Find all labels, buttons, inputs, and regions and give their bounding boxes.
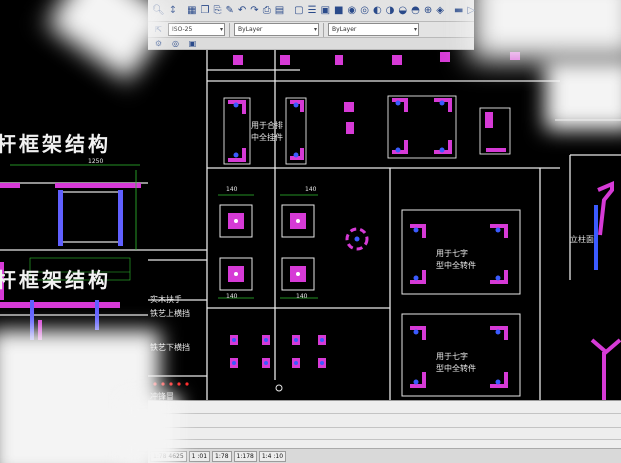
note-a: 用于合排 bbox=[251, 121, 283, 130]
style-icon[interactable]: ◒ bbox=[397, 3, 408, 18]
note-post: 立柱面 bbox=[570, 235, 594, 244]
note-b: 中全挂件 bbox=[251, 133, 283, 142]
plot-icon[interactable]: ▣ bbox=[320, 3, 331, 18]
railing-elevation-top bbox=[0, 164, 141, 250]
dimension-style-combo[interactable]: ISO-25 ▾ bbox=[168, 23, 225, 36]
dimension-1250: 1250 bbox=[88, 158, 104, 165]
layer-combo[interactable]: ByLayer ▾ bbox=[234, 23, 319, 36]
grid-icon[interactable]: ▦ bbox=[186, 3, 197, 18]
bracket-row bbox=[230, 335, 326, 392]
small-plates bbox=[344, 102, 493, 134]
properties-icon[interactable]: ▤ bbox=[274, 3, 285, 18]
drawing-title-1: 杆框架结构 bbox=[0, 132, 111, 156]
note-d: 型中全转件 bbox=[436, 261, 476, 270]
lock-icon[interactable]: ◎ bbox=[168, 38, 183, 49]
standard-toolbar: 🔍︎ ↕ ▦ ❐ ⎘ ✎ ↶ ↷ ⎙ ▤ ▢ ☰ ▣ ■ ◉ ◎ ◐ ◑ ◒ ◓… bbox=[148, 0, 475, 22]
copy-layer-icon[interactable]: ▣ bbox=[185, 38, 200, 49]
blur-overlay bbox=[470, 0, 621, 60]
status-toggle-4[interactable]: 1:4 :10 bbox=[258, 451, 287, 462]
chevron-down-icon: ▾ bbox=[219, 26, 223, 33]
paste-icon[interactable]: ⎘ bbox=[213, 3, 223, 18]
blur-overlay bbox=[120, 395, 180, 463]
chevron-down-icon: ▾ bbox=[313, 26, 317, 33]
attribute-icon[interactable]: ◎ bbox=[359, 3, 370, 18]
command-line-divider bbox=[148, 427, 621, 428]
post-sections bbox=[218, 194, 318, 299]
note-c: 用于七字 bbox=[436, 249, 468, 258]
linetype-value: ByLayer bbox=[332, 26, 357, 33]
dimension-140-c: 140 bbox=[226, 293, 238, 300]
dimension-140-b: 140 bbox=[305, 186, 317, 193]
right-edge-details bbox=[555, 119, 621, 400]
status-toggle-1[interactable]: 1 :01 bbox=[188, 451, 211, 462]
status-toggle-2[interactable]: 1:78 bbox=[212, 451, 232, 462]
blur-overlay bbox=[545, 60, 621, 130]
note-handrail: 实木扶手 bbox=[150, 295, 182, 304]
dimension-140-a: 140 bbox=[226, 186, 238, 193]
measure-icon[interactable]: ◐ bbox=[372, 3, 383, 18]
calc-icon[interactable]: ⊕ bbox=[423, 3, 433, 18]
dimension-140-d: 140 bbox=[296, 293, 308, 300]
print-icon[interactable]: ⎙ bbox=[262, 3, 272, 18]
linetype-combo[interactable]: ByLayer ▾ bbox=[328, 23, 419, 36]
modify-toolbar: ⚙ ◎ ▣ bbox=[148, 38, 474, 50]
redo-icon[interactable]: ↷ bbox=[249, 3, 259, 18]
command-line[interactable] bbox=[148, 400, 621, 449]
dimension-style-value: ISO-25 bbox=[172, 26, 193, 33]
sheet-icon[interactable]: ◈ bbox=[435, 3, 445, 18]
tool-palette-icon[interactable]: ◓ bbox=[410, 3, 421, 18]
properties-toolbar: ⇱ ISO-25▾ ByLayer▾ ByLayer▾ bbox=[148, 22, 474, 38]
note-f: 型中全转件 bbox=[436, 364, 476, 373]
note-e: 用于七字 bbox=[436, 352, 468, 361]
render-icon[interactable]: ▬ bbox=[453, 3, 464, 18]
chevron-down-icon: ▾ bbox=[413, 26, 417, 33]
toolbar-separator bbox=[229, 22, 230, 37]
note-upper-rail: 铁艺上横挡 bbox=[150, 309, 190, 318]
toolbar-separator bbox=[323, 22, 324, 37]
layer-value: ByLayer bbox=[238, 26, 263, 33]
command-line-divider bbox=[148, 439, 621, 440]
copy-icon[interactable]: ❐ bbox=[200, 3, 211, 18]
view-icon[interactable]: ▢ bbox=[293, 3, 304, 18]
match-icon[interactable]: ✎ bbox=[225, 3, 235, 18]
drawing-title-2: 杆框架结构 bbox=[0, 268, 111, 292]
undo-icon[interactable]: ↶ bbox=[237, 3, 247, 18]
cad-application: 杆框架结构 杆框架结构 1250 140 140 140 140 用于合排 中全… bbox=[0, 0, 621, 463]
rosette-detail bbox=[345, 227, 369, 251]
command-line-divider bbox=[148, 413, 621, 414]
layer-icon[interactable]: ☰ bbox=[307, 3, 318, 18]
status-bar: 1:78 4625 1 :01 1:78 1:178 1:4 :10 bbox=[148, 448, 621, 463]
insert-icon[interactable]: ◉ bbox=[346, 3, 357, 18]
block-icon[interactable]: ■ bbox=[333, 3, 344, 18]
text-icon[interactable]: ◑ bbox=[385, 3, 396, 18]
status-toggle-3[interactable]: 1:178 bbox=[233, 451, 257, 462]
